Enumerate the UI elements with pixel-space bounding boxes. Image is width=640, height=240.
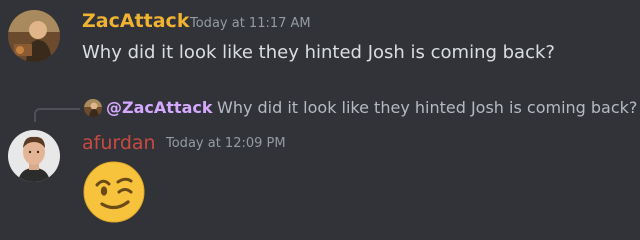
- reply-mention[interactable]: @ZacAttack: [106, 98, 212, 117]
- timestamp[interactable]: Today at 11:17 AM: [190, 16, 311, 31]
- message-zacattack: ZacAttack Today at 11:17 AM Why did it l…: [0, 0, 640, 82]
- reply-preview-text[interactable]: Why did it look like they hinted Josh is…: [217, 98, 637, 117]
- username[interactable]: afurdan: [82, 132, 156, 154]
- timestamp[interactable]: Today at 12:09 PM: [166, 136, 286, 151]
- winking-face-emoji[interactable]: [82, 160, 146, 224]
- reply-avatar[interactable]: [84, 99, 102, 117]
- reply-connector: [34, 108, 80, 122]
- username[interactable]: ZacAttack: [82, 10, 189, 32]
- message-content: Why did it look like they hinted Josh is…: [82, 42, 555, 63]
- avatar[interactable]: [8, 130, 60, 182]
- avatar[interactable]: [8, 10, 60, 62]
- message-afurdan: @ZacAttack Why did it look like they hin…: [0, 90, 640, 240]
